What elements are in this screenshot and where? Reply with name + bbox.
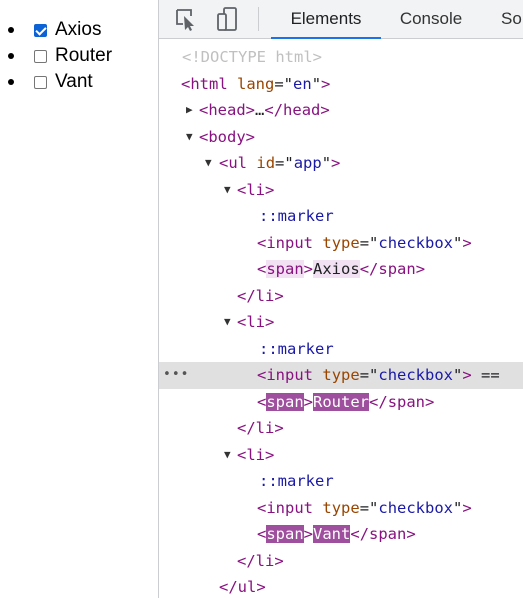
- tree-row-marker[interactable]: ::marker: [159, 468, 523, 495]
- span-text: Router: [313, 392, 370, 411]
- item-label: Router: [55, 45, 113, 66]
- bullet-icon: [8, 27, 14, 33]
- item-label: Axios: [55, 19, 102, 40]
- inspect-element-icon[interactable]: [172, 5, 200, 33]
- bullet-icon: [8, 79, 14, 85]
- list-item: Router: [8, 43, 112, 69]
- tree-row-body[interactable]: ▼ <body>: [159, 124, 523, 151]
- tree-row-marker[interactable]: ::marker: [159, 203, 523, 230]
- input-attr-value: checkbox: [378, 233, 454, 252]
- tree-row-ul-close[interactable]: </ul>: [159, 574, 523, 598]
- doctype-text: <!DOCTYPE html>: [182, 48, 322, 66]
- collapse-arrow-icon[interactable]: ▼: [224, 442, 231, 469]
- input-tag: input: [266, 498, 314, 517]
- tree-row-span[interactable]: <span>Router</span>: [159, 389, 523, 416]
- expand-arrow-icon[interactable]: ▶: [186, 97, 193, 124]
- bullet-icon: [8, 53, 14, 59]
- tree-row-input[interactable]: <input type="checkbox">: [159, 230, 523, 257]
- tab-sources[interactable]: So: [501, 0, 522, 38]
- span-tag: span: [266, 260, 304, 278]
- tree-row-doctype[interactable]: <!DOCTYPE html>: [159, 44, 523, 71]
- tree-row-span[interactable]: <span>Vant</span>: [159, 521, 523, 548]
- html-attr-value: en: [293, 74, 312, 93]
- tree-row-li[interactable]: ▼ <li>: [159, 442, 523, 469]
- ul-attr-value: app: [293, 154, 322, 172]
- page-preview: Axios Router Vant: [0, 0, 158, 598]
- devtools-panel: Elements Console So <!DOCTYPE html> <htm…: [158, 0, 523, 598]
- list-item: Vant: [8, 69, 112, 95]
- li-tag: li: [246, 180, 266, 199]
- ul-tag: ul: [228, 154, 248, 172]
- collapse-arrow-icon[interactable]: ▼: [224, 177, 231, 204]
- device-toggle-icon[interactable]: [214, 5, 242, 33]
- input-attr: type: [322, 498, 360, 517]
- span-tag: span: [266, 392, 304, 411]
- li-tag: li: [246, 313, 266, 331]
- ul-close-tag: /ul: [228, 578, 257, 596]
- input-attr: type: [322, 366, 360, 384]
- collapse-arrow-icon[interactable]: ▼: [186, 124, 193, 151]
- input-attr: type: [322, 233, 360, 252]
- head-tag: head: [208, 101, 246, 119]
- html-attr: lang: [237, 74, 275, 93]
- span-text: Vant: [313, 525, 351, 543]
- li-close-tag: /li: [246, 551, 275, 570]
- collapse-arrow-icon[interactable]: ▼: [205, 150, 212, 177]
- tab-console[interactable]: Console: [381, 0, 481, 38]
- checkbox-vant[interactable]: [34, 75, 47, 89]
- span-text: Axios: [313, 260, 360, 278]
- li-close-tag: /li: [246, 419, 275, 437]
- ul-attr: id: [256, 154, 276, 172]
- tab-elements[interactable]: Elements: [271, 0, 381, 39]
- tree-row-input[interactable]: <input type="checkbox">: [159, 495, 523, 522]
- span-close-tag: /span: [378, 392, 426, 411]
- head-close-tag: /head: [273, 101, 321, 119]
- tree-row-li-close[interactable]: </li>: [159, 415, 523, 442]
- tree-row-ul[interactable]: ▼ <ul id="app">: [159, 150, 523, 177]
- more-actions-icon[interactable]: •••: [163, 362, 189, 389]
- tree-row-marker[interactable]: ::marker: [159, 336, 523, 363]
- tree-row-input-selected[interactable]: ••• <input type="checkbox"> ==: [159, 362, 523, 389]
- li-tag: li: [246, 445, 266, 464]
- tree-row-head[interactable]: ▶ <head>…</head>: [159, 97, 523, 124]
- span-close-tag: /span: [369, 260, 416, 278]
- tree-row-li-close[interactable]: </li>: [159, 548, 523, 575]
- tree-row-li[interactable]: ▼ <li>: [159, 177, 523, 204]
- input-tag: input: [266, 366, 314, 384]
- tree-row-html[interactable]: <html lang="en">: [159, 71, 523, 98]
- todo-list: Axios Router Vant: [8, 17, 112, 95]
- devtools-tabbar: Elements Console So: [159, 0, 523, 39]
- marker-text: ::marker: [259, 339, 334, 358]
- toolbar-divider: [258, 7, 259, 31]
- input-tag: input: [266, 233, 314, 252]
- span-tag: span: [266, 525, 304, 543]
- tree-row-span[interactable]: <span>Axios</span>: [159, 256, 523, 283]
- html-tag: html: [190, 74, 228, 93]
- span-close-tag: /span: [359, 525, 407, 543]
- tree-row-li[interactable]: ▼ <li>: [159, 309, 523, 336]
- collapse-arrow-icon[interactable]: ▼: [224, 309, 231, 336]
- checkbox-axios[interactable]: [34, 23, 47, 37]
- head-ellipsis: …: [255, 101, 265, 119]
- dom-tree: <!DOCTYPE html> <html lang="en"> ▶ <head…: [159, 44, 523, 598]
- item-label: Vant: [55, 71, 93, 92]
- marker-text: ::marker: [259, 207, 334, 225]
- list-item: Axios: [8, 17, 112, 43]
- li-close-tag: /li: [246, 286, 275, 305]
- checkbox-router[interactable]: [34, 49, 47, 63]
- body-tag: body: [208, 127, 246, 146]
- tree-row-li-close[interactable]: </li>: [159, 283, 523, 310]
- input-attr-value: checkbox: [378, 498, 454, 517]
- input-attr-value: checkbox: [378, 366, 454, 384]
- marker-text: ::marker: [259, 472, 334, 490]
- selected-suffix: ==: [481, 366, 500, 384]
